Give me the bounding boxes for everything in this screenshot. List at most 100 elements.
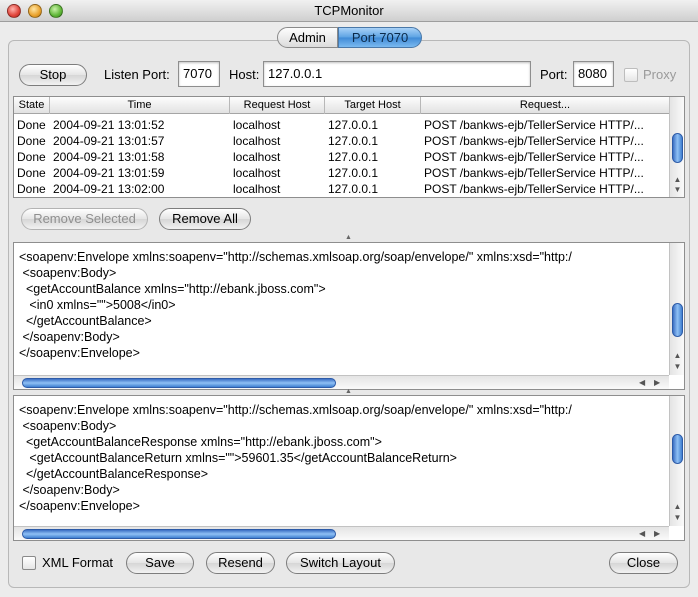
- cell-request: POST /bankws-ejb/TellerService HTTP/...: [424, 118, 644, 132]
- cell-state: Done: [17, 182, 46, 196]
- table-row[interactable]: Done 2004-09-21 13:01:59 localhost 127.0…: [14, 165, 669, 181]
- cell-target-host: 127.0.0.1: [328, 150, 379, 164]
- window-title: TCPMonitor: [314, 3, 384, 18]
- request-vertical-scrollbar[interactable]: ▲ ▼: [669, 243, 684, 375]
- table-scroll-thumb[interactable]: [672, 133, 683, 163]
- scroll-left-arrow-icon[interactable]: ◀: [639, 528, 645, 540]
- cell-state: Done: [17, 118, 46, 132]
- cell-request-host: localhost: [233, 134, 281, 148]
- cell-target-host: 127.0.0.1: [328, 134, 379, 148]
- response-vscroll-thumb[interactable]: [672, 434, 683, 464]
- request-horizontal-scrollbar[interactable]: ◀ ▶: [14, 375, 669, 389]
- response-line: <getAccountBalanceResponse xmlns="http:/…: [19, 435, 382, 449]
- minimize-window-icon[interactable]: [28, 4, 42, 18]
- listen-port-label: Listen Port:: [104, 67, 170, 82]
- splitter-handle-icon[interactable]: ▲: [345, 388, 352, 395]
- response-hscroll-thumb[interactable]: [22, 529, 336, 539]
- cell-target-host: 127.0.0.1: [328, 182, 379, 196]
- scroll-up-arrow-icon[interactable]: ▲: [670, 175, 685, 185]
- request-line: <soapenv:Body>: [19, 266, 117, 280]
- response-line: <soapenv:Body>: [19, 419, 117, 433]
- listen-port-field[interactable]: 7070: [178, 61, 220, 87]
- request-line: </soapenv:Body>: [19, 330, 120, 344]
- response-vertical-scrollbar[interactable]: ▲ ▼: [669, 396, 684, 526]
- column-header-request[interactable]: Request...: [421, 97, 669, 114]
- column-header-target-host[interactable]: Target Host: [325, 97, 421, 114]
- column-header-state[interactable]: State: [14, 97, 50, 114]
- switch-layout-button[interactable]: Switch Layout: [286, 552, 395, 574]
- request-line: </getAccountBalance>: [19, 314, 152, 328]
- cell-request-host: localhost: [233, 118, 281, 132]
- request-hscroll-thumb[interactable]: [22, 378, 336, 388]
- splitter-handle-icon[interactable]: ▲: [345, 234, 352, 241]
- cell-time: 2004-09-21 13:01:59: [53, 166, 165, 180]
- response-line: <getAccountBalanceReturn xmlns="">59601.…: [19, 451, 457, 465]
- cell-time: 2004-09-21 13:01:52: [53, 118, 165, 132]
- scroll-up-arrow-icon[interactable]: ▲: [670, 351, 685, 361]
- cell-request-host: localhost: [233, 150, 281, 164]
- cell-request: POST /bankws-ejb/TellerService HTTP/...: [424, 150, 644, 164]
- scroll-down-arrow-icon[interactable]: ▼: [670, 185, 685, 195]
- request-pane[interactable]: <soapenv:Envelope xmlns:soapenv="http://…: [13, 242, 685, 390]
- xml-format-checkbox[interactable]: [22, 556, 36, 570]
- request-line: <getAccountBalance xmlns="http://ebank.j…: [19, 282, 326, 296]
- xml-format-label: XML Format: [42, 555, 114, 570]
- tab-bar: Admin Port 7070: [277, 27, 422, 48]
- host-label: Host:: [229, 67, 260, 82]
- cell-state: Done: [17, 150, 46, 164]
- remove-selected-button[interactable]: Remove Selected: [21, 208, 148, 230]
- close-window-icon[interactable]: [7, 4, 21, 18]
- column-header-time[interactable]: Time: [50, 97, 230, 114]
- stop-button[interactable]: Stop: [19, 64, 87, 86]
- table-row[interactable]: Done 2004-09-21 13:01:58 localhost 127.0…: [14, 149, 669, 165]
- save-button[interactable]: Save: [126, 552, 194, 574]
- response-horizontal-scrollbar[interactable]: ◀ ▶: [14, 526, 669, 540]
- column-header-request-host[interactable]: Request Host: [230, 97, 325, 114]
- tab-port-7070[interactable]: Port 7070: [338, 27, 422, 48]
- cell-target-host: 127.0.0.1: [328, 118, 379, 132]
- host-field[interactable]: 127.0.0.1: [263, 61, 531, 87]
- proxy-label: Proxy: [643, 67, 677, 82]
- cell-time: 2004-09-21 13:02:00: [53, 182, 165, 196]
- table-row[interactable]: Done 2004-09-21 13:01:52 localhost 127.0…: [14, 117, 669, 133]
- scroll-left-arrow-icon[interactable]: ◀: [639, 377, 645, 389]
- port-label: Port:: [540, 67, 568, 82]
- scroll-up-arrow-icon[interactable]: ▲: [670, 502, 685, 512]
- table-row[interactable]: Done 2004-09-21 13:02:00 localhost 127.0…: [14, 181, 669, 197]
- table-vertical-scrollbar[interactable]: ▲ ▼: [669, 97, 684, 197]
- cell-request-host: localhost: [233, 166, 281, 180]
- tab-admin[interactable]: Admin: [277, 27, 338, 48]
- zoom-window-icon[interactable]: [49, 4, 63, 18]
- request-line: </soapenv:Envelope>: [19, 346, 140, 360]
- cell-state: Done: [17, 134, 46, 148]
- request-vscroll-thumb[interactable]: [672, 303, 683, 337]
- cell-state: Done: [17, 166, 46, 180]
- proxy-checkbox[interactable]: [624, 68, 638, 82]
- request-line: <soapenv:Envelope xmlns:soapenv="http://…: [19, 250, 572, 264]
- scroll-down-arrow-icon[interactable]: ▼: [670, 513, 685, 523]
- table-row[interactable]: Done 2004-09-21 13:01:57 localhost 127.0…: [14, 133, 669, 149]
- scroll-right-arrow-icon[interactable]: ▶: [654, 377, 660, 389]
- cell-time: 2004-09-21 13:01:58: [53, 150, 165, 164]
- request-line: <in0 xmlns="">5008</in0>: [19, 298, 176, 312]
- response-pane[interactable]: <soapenv:Envelope xmlns:soapenv="http://…: [13, 395, 685, 541]
- cell-target-host: 127.0.0.1: [328, 166, 379, 180]
- cell-request: POST /bankws-ejb/TellerService HTTP/...: [424, 166, 644, 180]
- response-line: <soapenv:Envelope xmlns:soapenv="http://…: [19, 403, 572, 417]
- port-field[interactable]: 8080: [573, 61, 614, 87]
- scroll-down-arrow-icon[interactable]: ▼: [670, 362, 685, 372]
- response-line: </getAccountBalanceResponse>: [19, 467, 209, 481]
- connections-table: State Time Request Host Target Host Requ…: [13, 96, 685, 198]
- cell-time: 2004-09-21 13:01:57: [53, 134, 165, 148]
- resend-button[interactable]: Resend: [206, 552, 275, 574]
- cell-request-host: localhost: [233, 182, 281, 196]
- scroll-right-arrow-icon[interactable]: ▶: [654, 528, 660, 540]
- response-line: </soapenv:Envelope>: [19, 499, 140, 513]
- title-bar: TCPMonitor: [0, 0, 698, 22]
- cell-request: POST /bankws-ejb/TellerService HTTP/...: [424, 182, 644, 196]
- response-line: </soapenv:Body>: [19, 483, 120, 497]
- close-button[interactable]: Close: [609, 552, 678, 574]
- cell-request: POST /bankws-ejb/TellerService HTTP/...: [424, 134, 644, 148]
- remove-all-button[interactable]: Remove All: [159, 208, 251, 230]
- table-header: State Time Request Host Target Host Requ…: [14, 97, 669, 114]
